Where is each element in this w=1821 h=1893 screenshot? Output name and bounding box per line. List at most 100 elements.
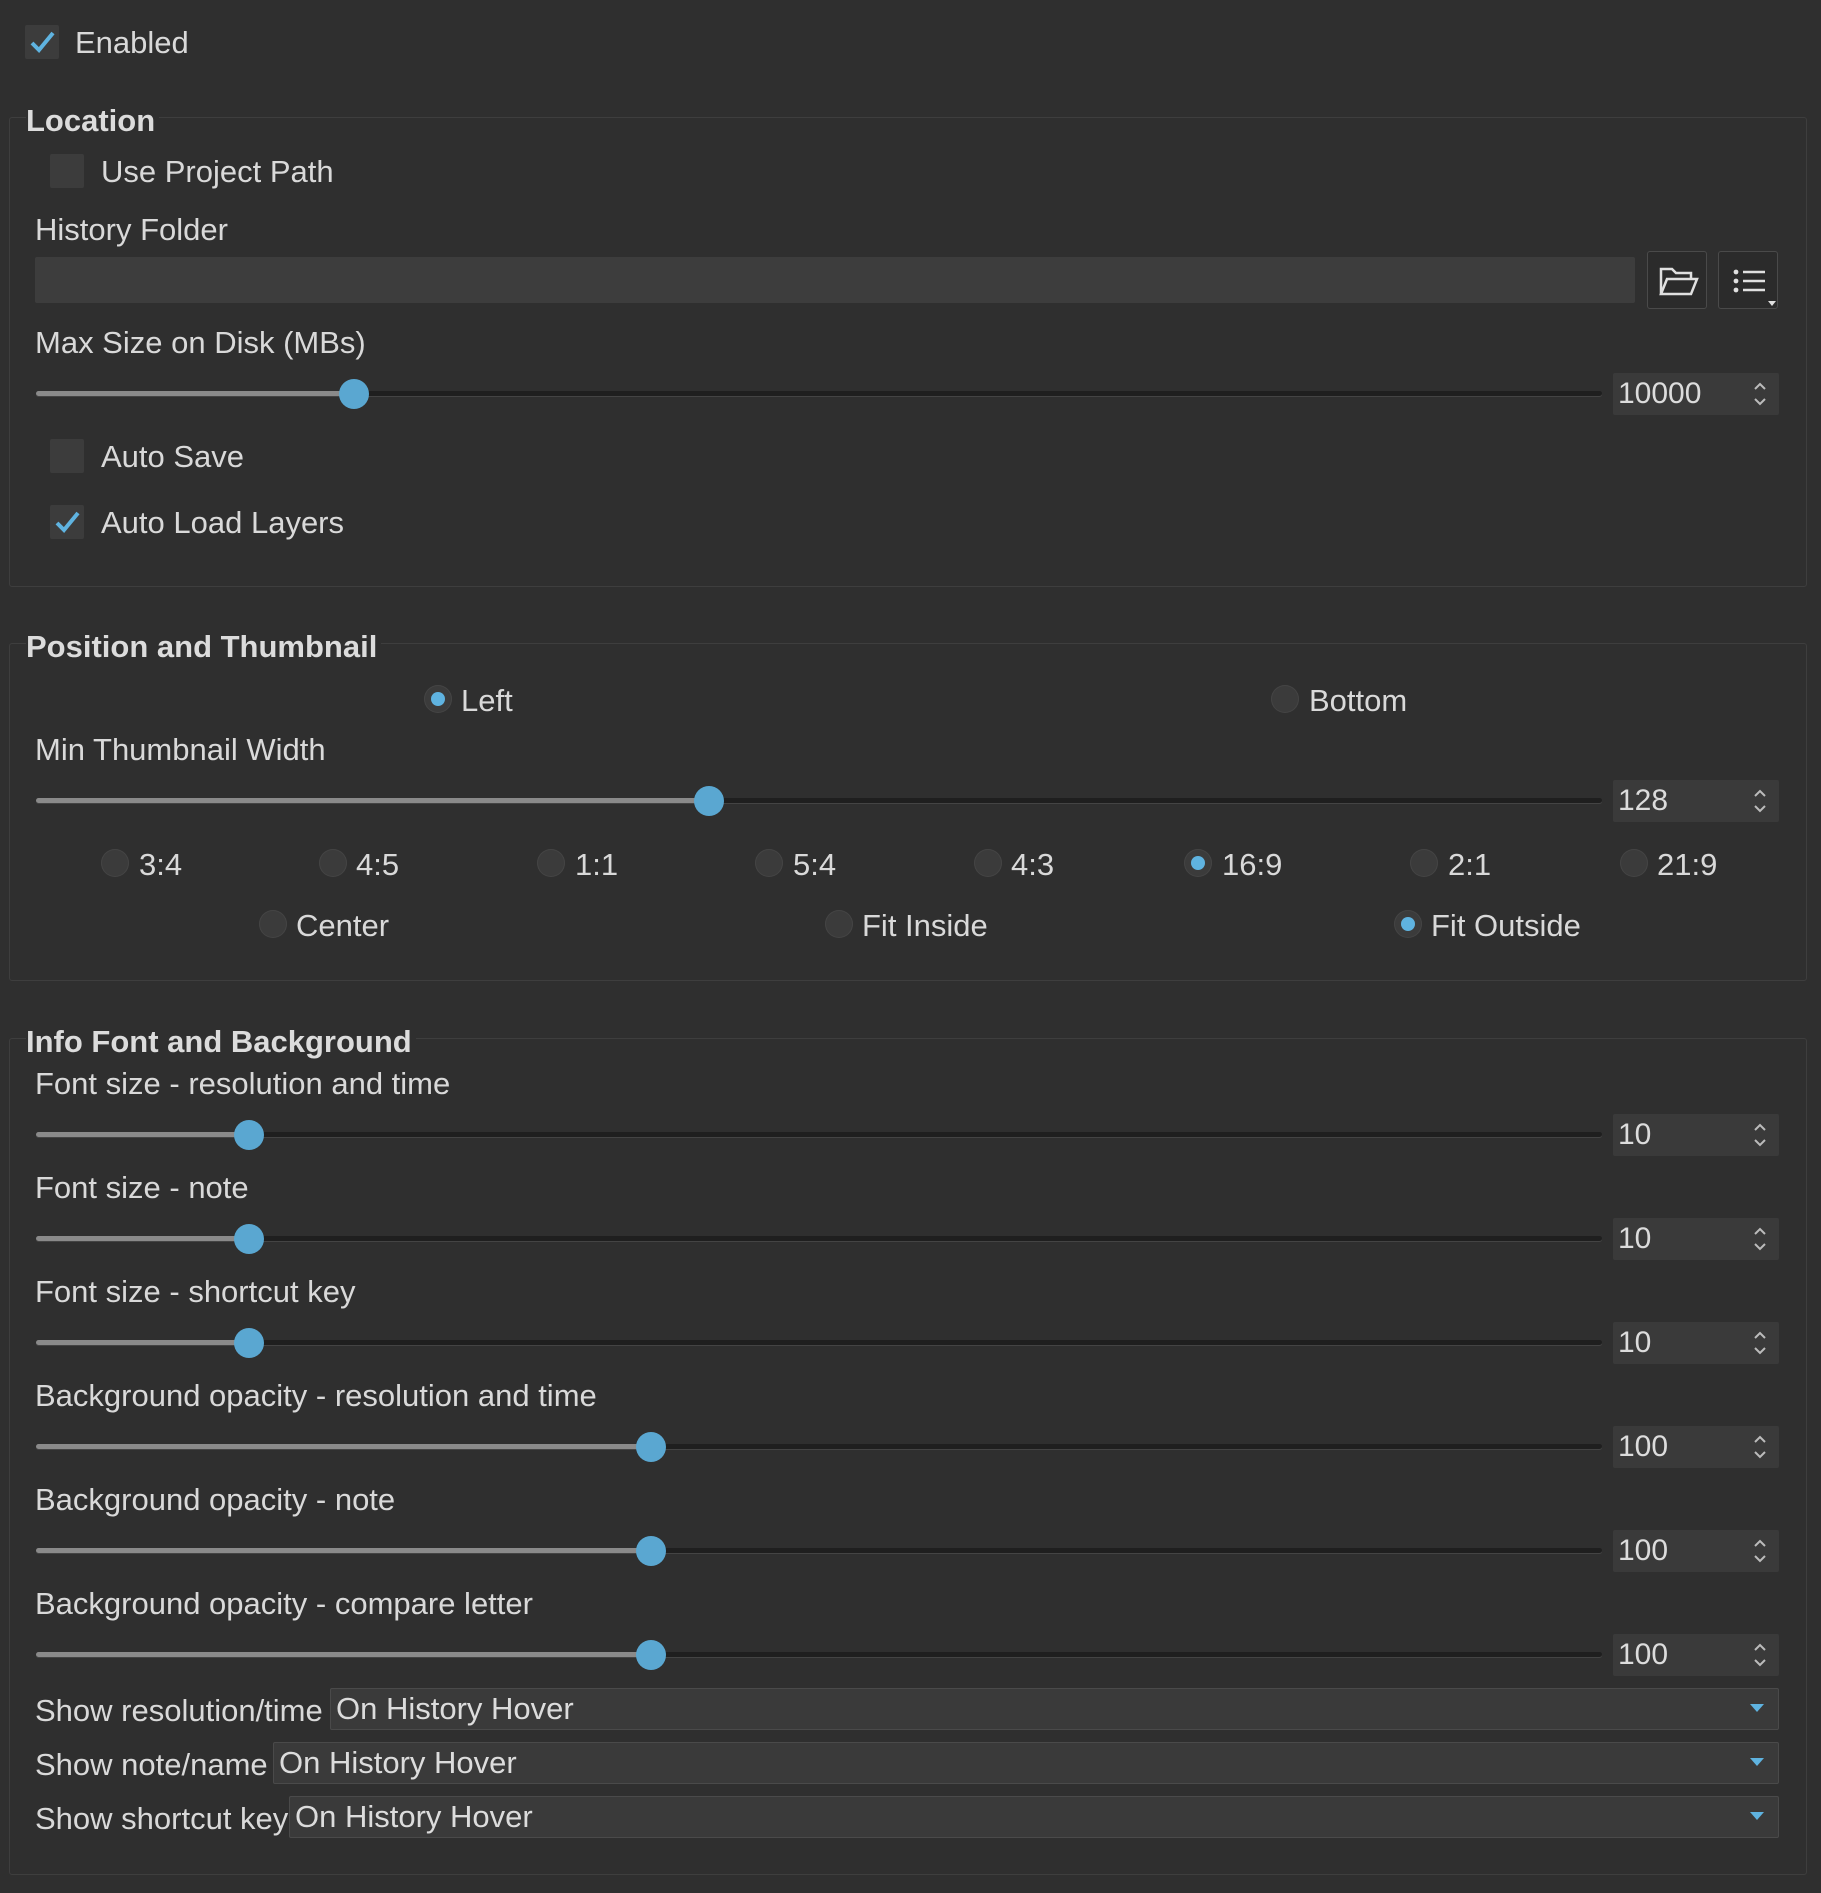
- show-res-time-combo[interactable]: On History Hover: [330, 1688, 1779, 1730]
- chevron-down-icon: [1750, 1758, 1764, 1766]
- folder-open-icon: [1659, 267, 1699, 296]
- slider-handle[interactable]: [234, 1328, 264, 1358]
- bg-opacity-note-label: Background opacity - note: [35, 1482, 396, 1517]
- font-size-shortcut-spinbox[interactable]: 10: [1613, 1322, 1779, 1364]
- font-size-shortcut-label: Font size - shortcut key: [35, 1274, 356, 1309]
- spin-arrows-icon[interactable]: [1753, 1536, 1767, 1566]
- auto-load-layers-checkbox[interactable]: [50, 505, 84, 539]
- bg-opacity-note-slider[interactable]: [36, 1536, 1602, 1566]
- font-size-shortcut-slider[interactable]: [36, 1328, 1602, 1358]
- slider-handle[interactable]: [234, 1120, 264, 1150]
- aspect-1-1-label: 1:1: [575, 847, 619, 882]
- position-left-label: Left: [461, 683, 513, 718]
- fit-outside-label: Fit Outside: [1431, 908, 1581, 943]
- spin-arrows-icon[interactable]: [1753, 379, 1767, 409]
- aspect-3-4-radio[interactable]: [101, 849, 129, 877]
- location-title: Location: [26, 103, 160, 139]
- spin-arrows-icon[interactable]: [1753, 1120, 1767, 1150]
- min-thumb-width-slider[interactable]: [36, 786, 1602, 816]
- min-thumb-width-label: Min Thumbnail Width: [35, 732, 326, 767]
- spin-arrows-icon[interactable]: [1753, 1640, 1767, 1670]
- show-shortcut-key-label: Show shortcut key: [35, 1801, 289, 1836]
- spin-arrows-icon[interactable]: [1753, 1224, 1767, 1254]
- font-size-note-value: 10: [1618, 1222, 1652, 1255]
- max-size-slider[interactable]: [36, 379, 1602, 409]
- font-size-note-label: Font size - note: [35, 1170, 249, 1205]
- min-thumb-width-value: 128: [1618, 784, 1669, 817]
- font-size-note-spinbox[interactable]: 10: [1613, 1218, 1779, 1260]
- bg-opacity-compare-value: 100: [1618, 1638, 1669, 1671]
- use-project-path-checkbox[interactable]: [50, 154, 84, 188]
- info-font-title: Info Font and Background: [26, 1024, 416, 1060]
- font-size-res-time-spinbox[interactable]: 10: [1613, 1114, 1779, 1156]
- bg-opacity-res-time-value: 100: [1618, 1430, 1669, 1463]
- slider-handle[interactable]: [636, 1432, 666, 1462]
- aspect-3-4-label: 3:4: [139, 847, 183, 882]
- slider-handle[interactable]: [694, 786, 724, 816]
- folder-menu-button[interactable]: [1718, 251, 1778, 309]
- history-folder-label: History Folder: [35, 212, 228, 247]
- show-res-time-label: Show resolution/time: [35, 1693, 323, 1728]
- aspect-16-9-label: 16:9: [1222, 847, 1283, 882]
- show-res-time-value: On History Hover: [336, 1691, 574, 1726]
- position-bottom-label: Bottom: [1309, 683, 1408, 718]
- show-shortcut-key-value: On History Hover: [295, 1799, 533, 1834]
- aspect-5-4-label: 5:4: [793, 847, 837, 882]
- aspect-4-3-radio[interactable]: [974, 849, 1002, 877]
- spin-arrows-icon[interactable]: [1753, 786, 1767, 816]
- aspect-1-1-radio[interactable]: [537, 849, 565, 877]
- bg-opacity-note-spinbox[interactable]: 100: [1613, 1530, 1779, 1572]
- aspect-21-9-radio[interactable]: [1620, 849, 1648, 877]
- fit-center-radio[interactable]: [259, 910, 287, 938]
- slider-handle[interactable]: [339, 379, 369, 409]
- bg-opacity-compare-spinbox[interactable]: 100: [1613, 1634, 1779, 1676]
- aspect-16-9-radio[interactable]: [1184, 849, 1212, 877]
- chevron-down-icon: [1750, 1812, 1764, 1820]
- aspect-2-1-radio[interactable]: [1410, 849, 1438, 877]
- bg-opacity-compare-label: Background opacity - compare letter: [35, 1586, 533, 1621]
- enabled-checkbox[interactable]: [25, 25, 59, 59]
- max-size-value: 10000: [1618, 377, 1702, 410]
- check-icon: [30, 31, 55, 53]
- max-size-spinbox[interactable]: 10000: [1613, 373, 1779, 415]
- enabled-label: Enabled: [75, 25, 189, 60]
- history-folder-input[interactable]: [35, 257, 1635, 303]
- font-size-note-slider[interactable]: [36, 1224, 1602, 1254]
- slider-handle[interactable]: [636, 1536, 666, 1566]
- fit-inside-radio[interactable]: [825, 910, 853, 938]
- aspect-4-3-label: 4:3: [1011, 847, 1055, 882]
- aspect-4-5-label: 4:5: [356, 847, 400, 882]
- auto-save-label: Auto Save: [101, 439, 245, 474]
- bg-opacity-res-time-spinbox[interactable]: 100: [1613, 1426, 1779, 1468]
- aspect-5-4-radio[interactable]: [755, 849, 783, 877]
- fit-outside-radio[interactable]: [1394, 910, 1422, 938]
- show-shortcut-key-combo[interactable]: On History Hover: [289, 1796, 1779, 1838]
- chevron-down-icon: [1750, 1704, 1764, 1712]
- position-bottom-radio[interactable]: [1271, 685, 1299, 713]
- position-thumbnail-title: Position and Thumbnail: [26, 629, 382, 665]
- font-size-res-time-label: Font size - resolution and time: [35, 1066, 451, 1101]
- slider-handle[interactable]: [636, 1640, 666, 1670]
- bg-opacity-note-value: 100: [1618, 1534, 1669, 1567]
- position-left-radio[interactable]: [424, 685, 452, 713]
- bg-opacity-res-time-slider[interactable]: [36, 1432, 1602, 1462]
- show-note-name-value: On History Hover: [279, 1745, 517, 1780]
- aspect-2-1-label: 2:1: [1448, 847, 1492, 882]
- auto-save-checkbox[interactable]: [50, 439, 84, 473]
- use-project-path-label: Use Project Path: [101, 154, 334, 189]
- auto-load-layers-label: Auto Load Layers: [101, 505, 345, 540]
- font-size-res-time-value: 10: [1618, 1118, 1652, 1151]
- fit-center-label: Center: [296, 908, 390, 943]
- fit-inside-label: Fit Inside: [862, 908, 988, 943]
- browse-folder-button[interactable]: [1647, 251, 1707, 309]
- font-size-res-time-slider[interactable]: [36, 1120, 1602, 1150]
- aspect-21-9-label: 21:9: [1657, 847, 1718, 882]
- show-note-name-combo[interactable]: On History Hover: [273, 1742, 1779, 1784]
- slider-handle[interactable]: [234, 1224, 264, 1254]
- min-thumb-width-spinbox[interactable]: 128: [1613, 780, 1779, 822]
- font-size-shortcut-value: 10: [1618, 1326, 1652, 1359]
- spin-arrows-icon[interactable]: [1753, 1328, 1767, 1358]
- bg-opacity-compare-slider[interactable]: [36, 1640, 1602, 1670]
- spin-arrows-icon[interactable]: [1753, 1432, 1767, 1462]
- aspect-4-5-radio[interactable]: [319, 849, 347, 877]
